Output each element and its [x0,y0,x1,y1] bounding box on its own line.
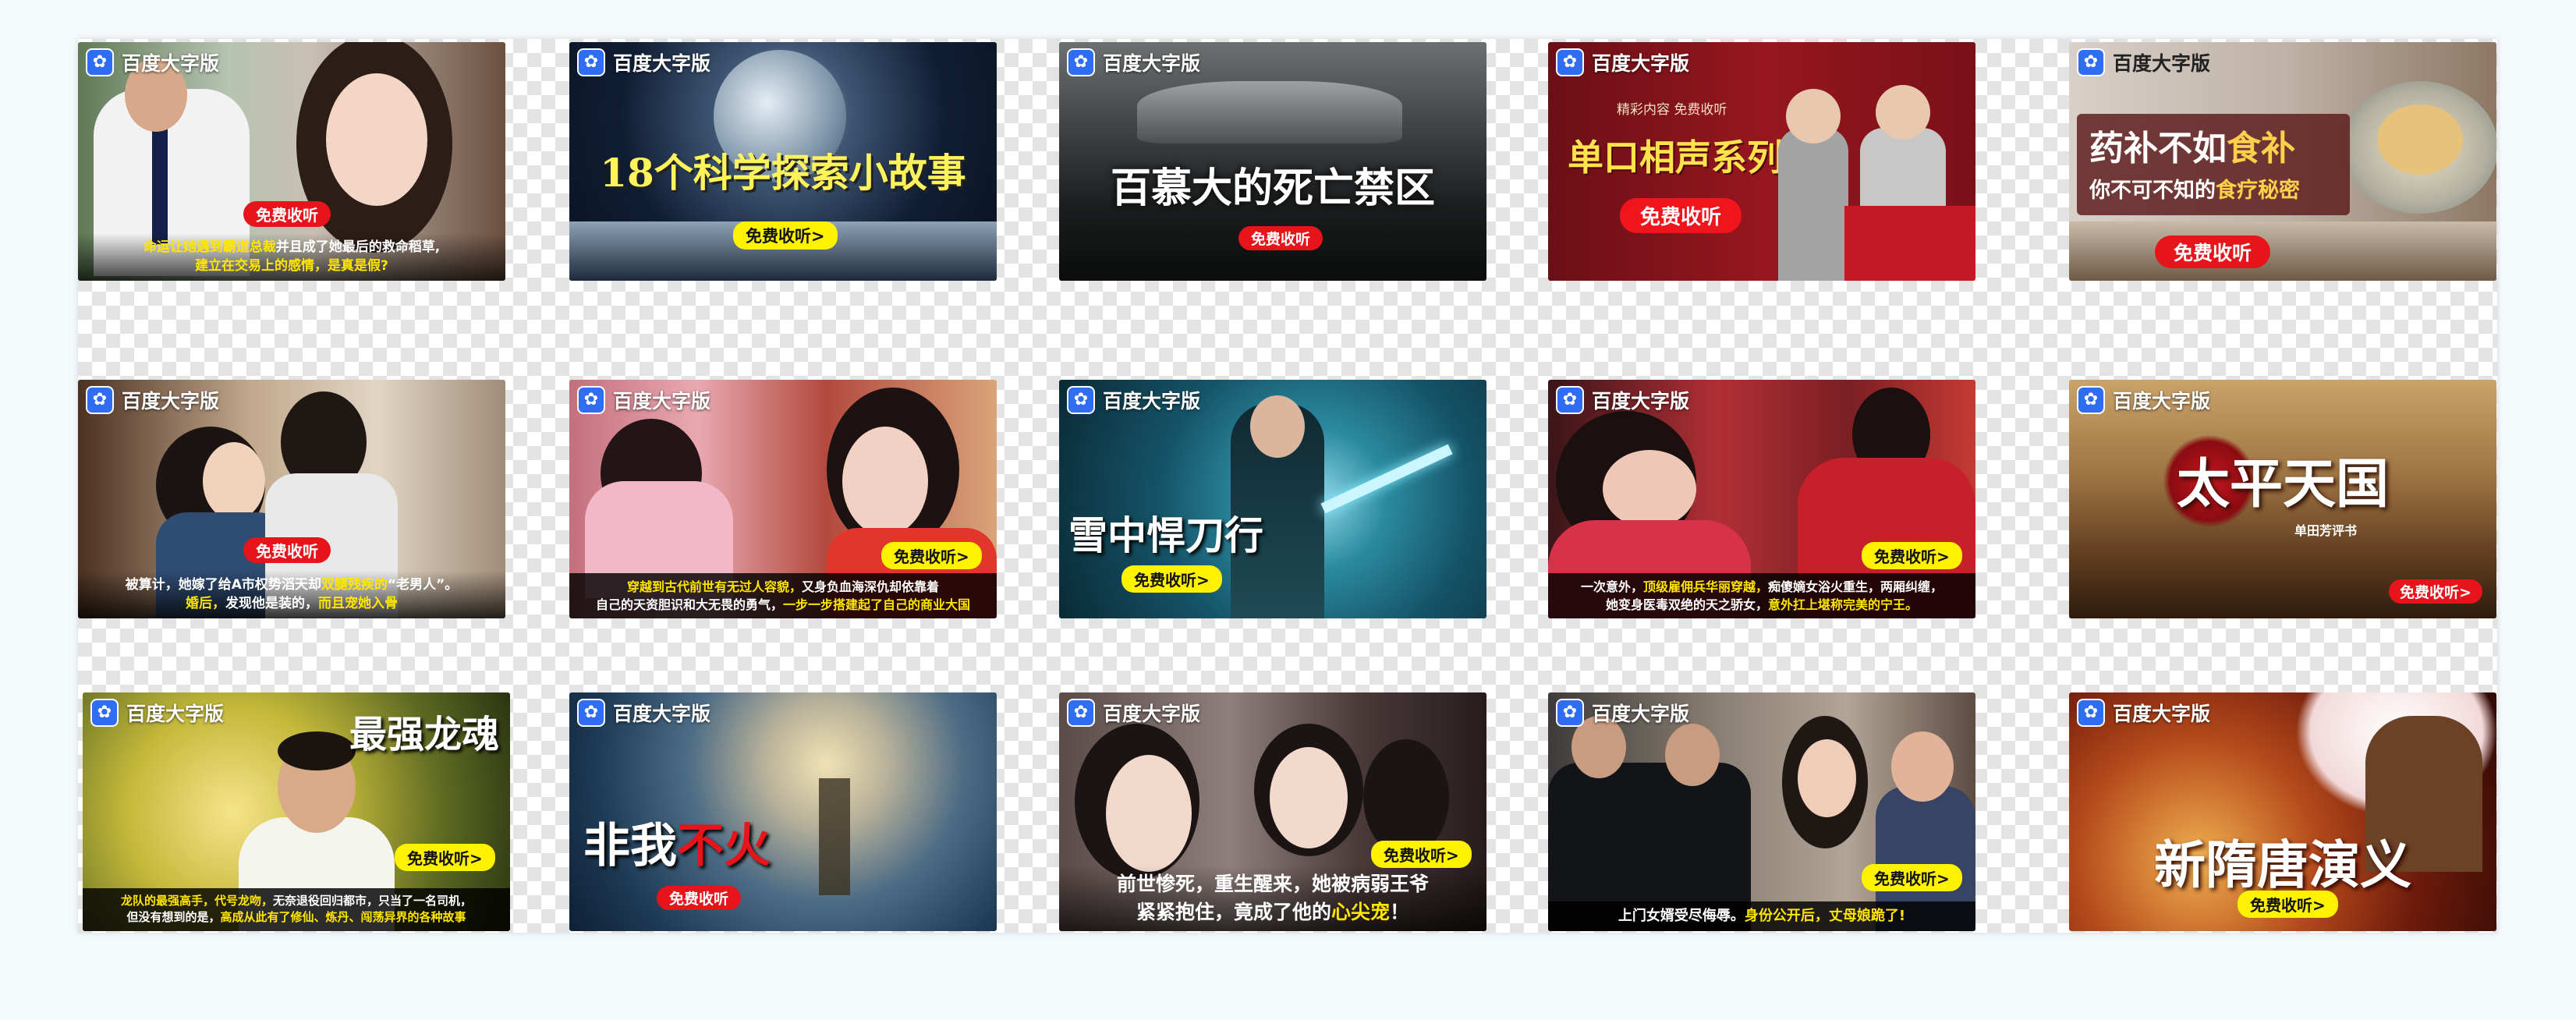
card-title: 18个科学探索小故事 [600,150,966,196]
brand-badge: ✿ 百度大字版 [577,386,710,414]
audiobook-card-son-in-law[interactable]: ✿ 百度大字版 免费收听> 上门女婿受尽侮辱。身份公开后，丈母娘跪了! [1548,692,1975,931]
brand-badge: ✿ 百度大字版 [1556,48,1689,76]
free-listen-button[interactable]: 免费收听> [1862,864,1962,891]
free-listen-button[interactable]: 免费收听> [395,844,495,871]
card-title: 新隋唐演义 [2154,834,2411,895]
card-title: 最强龙魂 [349,713,499,756]
brand-name: 百度大字版 [1592,390,1690,413]
audiobook-card-secret-marriage[interactable]: ✿ 百度大字版 免费收听 被算计，她嫁了给A市权势滔天却双腿残疾的“老男人”。 … [78,380,505,618]
free-listen-button[interactable]: 免费收听> [733,221,838,250]
card-caption: 一次意外，顶级雇佣兵华丽穿越，痴傻嫡女浴火重生，两厢纠缠， 她变身医毒双绝的天之… [1548,572,1975,618]
card-title: 单口相声系列 [1568,136,1783,179]
brand-name: 百度大字版 [126,703,225,725]
free-listen-button[interactable]: 免费收听 [1620,198,1742,233]
baidu-paw-icon: ✿ [86,386,114,414]
brand-badge: ✿ 百度大字版 [86,48,219,76]
free-listen-button[interactable]: 免费收听> [881,542,982,569]
card-subtitle: 你不可不知的食疗秘密 [2089,179,2300,203]
brand-badge: ✿ 百度大字版 [577,48,710,76]
brand-name: 百度大字版 [2113,52,2211,75]
card-caption: 穿越到古代前世有无过人容貌，又身负血海深仇却依靠着 自己的天资胆识和大无畏的勇气… [569,572,997,618]
card-title: 雪中悍刀行 [1068,512,1263,558]
audiobook-card-mercenary-rebirth[interactable]: ✿ 百度大字版 免费收听> 一次意外，顶级雇佣兵华丽穿越，痴傻嫡女浴火重生，两厢… [1548,380,1975,618]
baidu-paw-icon: ✿ [1067,48,1095,76]
free-listen-button[interactable]: 免费收听> [1121,565,1222,593]
brand-badge: ✿ 百度大字版 [1556,699,1689,727]
audiobook-card-sui-tang[interactable]: ✿ 百度大字版 新隋唐演义 免费收听> [2069,692,2496,931]
brand-name: 百度大字版 [2113,703,2211,725]
baidu-paw-icon: ✿ [577,386,605,414]
audiobook-card-bermuda[interactable]: ✿ 百度大字版 百慕大的死亡禁区 免费收听 [1059,42,1486,281]
brand-badge: ✿ 百度大字版 [2077,699,2210,727]
audiobook-card-food-therapy[interactable]: ✿ 百度大字版 药补不如食补 你不可不知的食疗秘密 免费收听 [2069,42,2496,281]
brand-badge: ✿ 百度大字版 [2077,48,2210,76]
audiobook-card-ceo-romance[interactable]: ✿ 百度大字版 免费收听 命运让她遇到霸道总裁并且成了她最后的救命稻草, 建立在… [78,42,505,281]
baidu-paw-icon: ✿ [1556,699,1584,727]
brand-name: 百度大字版 [122,390,220,413]
baidu-paw-icon: ✿ [2077,386,2105,414]
brand-name: 百度大字版 [1592,703,1690,725]
brand-badge: ✿ 百度大字版 [1556,386,1689,414]
card-title: 太平天国 [2176,453,2389,515]
baidu-paw-icon: ✿ [90,699,119,727]
baidu-paw-icon: ✿ [86,48,114,76]
image-board: ✿ 百度大字版 免费收听 命运让她遇到霸道总裁并且成了她最后的救命稻草, 建立在… [78,39,2497,933]
free-listen-button[interactable]: 免费收听 [243,201,331,227]
brand-badge: ✿ 百度大字版 [2077,386,2210,414]
audiobook-card-dragon-soul[interactable]: ✿ 百度大字版 最强龙魂 免费收听> 龙队的最强高手，代号龙吻，无奈退役回归都市… [83,692,510,931]
card-title-panel: 药补不如食补 你不可不知的食疗秘密 [2077,114,2350,215]
free-listen-button[interactable]: 免费收听 [2155,236,2271,268]
baidu-paw-icon: ✿ [1067,386,1095,414]
card-caption: 被算计，她嫁了给A市权势滔天却双腿残疾的“老男人”。 婚后，发现他是装的，而且宠… [78,570,505,618]
audiobook-card-rebirth-prince[interactable]: ✿ 百度大字版 免费收听> 前世惨死，重生醒来，她被病弱王爷 紧紧抱住，竟成了他… [1059,692,1486,931]
audiobook-card-crosstalk[interactable]: ✿ 百度大字版 精彩内容 免费收听 单口相声系列 免费收听 [1548,42,1975,281]
baidu-paw-icon: ✿ [1556,386,1584,414]
baidu-paw-icon: ✿ [2077,48,2105,76]
free-listen-button[interactable]: 免费收听> [2389,579,2482,604]
audiobook-card-time-travel-merchant[interactable]: ✿ 百度大字版 免费收听> 穿越到古代前世有无过人容貌，又身负血海深仇却依靠着 … [569,380,997,618]
brand-name: 百度大字版 [613,703,711,725]
brand-badge: ✿ 百度大字版 [86,386,219,414]
brand-name: 百度大字版 [2113,390,2211,413]
brand-name: 百度大字版 [122,52,220,75]
brand-name: 百度大字版 [1103,390,1201,413]
brand-badge: ✿ 百度大字版 [1067,386,1200,414]
card-subtitle: 精彩内容 免费收听 [1617,102,1727,118]
card-title: 药补不如食补 [2089,129,2295,168]
brand-name: 百度大字版 [613,52,711,75]
card-caption: 龙队的最强高手，代号龙吻，无奈退役回归都市，只当了一名司机， 但没有想到的是，高… [83,887,510,931]
audiobook-card-taiping[interactable]: ✿ 百度大字版 太平天国 单田芳评书 免费收听> [2069,380,2496,618]
brand-name: 百度大字版 [1103,52,1201,75]
card-title: 百慕大的死亡禁区 [1110,165,1435,212]
audiobook-card-not-me-fire[interactable]: ✿ 百度大字版 非我不火 免费收听 [569,692,997,931]
free-listen-button[interactable]: 免费收听> [1371,841,1472,868]
brand-name: 百度大字版 [1592,52,1690,75]
brand-badge: ✿ 百度大字版 [1067,48,1200,76]
audiobook-card-science-stories[interactable]: ✿ 百度大字版 18个科学探索小故事 免费收听> [569,42,997,281]
baidu-paw-icon: ✿ [2077,699,2105,727]
card-caption: 上门女婿受尽侮辱。身份公开后，丈母娘跪了! [1548,901,1975,931]
baidu-paw-icon: ✿ [1556,48,1584,76]
free-listen-button[interactable]: 免费收听 [657,886,742,910]
brand-badge: ✿ 百度大字版 [1067,699,1200,727]
baidu-paw-icon: ✿ [577,699,605,727]
card-caption: 命运让她遇到霸道总裁并且成了她最后的救命稻草, 建立在交易上的感情，是真是假? [78,232,505,281]
card-title: 非我不火 [583,819,771,873]
free-listen-button[interactable]: 免费收听 [243,537,331,563]
audiobook-card-sword-snow[interactable]: ✿ 百度大字版 雪中悍刀行 免费收听> [1059,380,1486,618]
baidu-paw-icon: ✿ [1067,699,1095,727]
card-subtitle: 单田芳评书 [2294,523,2357,538]
free-listen-button[interactable]: 免费收听> [1862,542,1962,569]
brand-badge: ✿ 百度大字版 [577,699,710,727]
brand-badge: ✿ 百度大字版 [90,699,224,727]
card-caption: 前世惨死，重生醒来，她被病弱王爷 紧紧抱住，竟成了他的心尖宠！ [1059,865,1486,931]
brand-name: 百度大字版 [1103,703,1201,725]
free-listen-button[interactable]: 免费收听> [2238,891,2338,918]
free-listen-button[interactable]: 免费收听 [1238,226,1323,250]
brand-name: 百度大字版 [613,390,711,413]
baidu-paw-icon: ✿ [577,48,605,76]
